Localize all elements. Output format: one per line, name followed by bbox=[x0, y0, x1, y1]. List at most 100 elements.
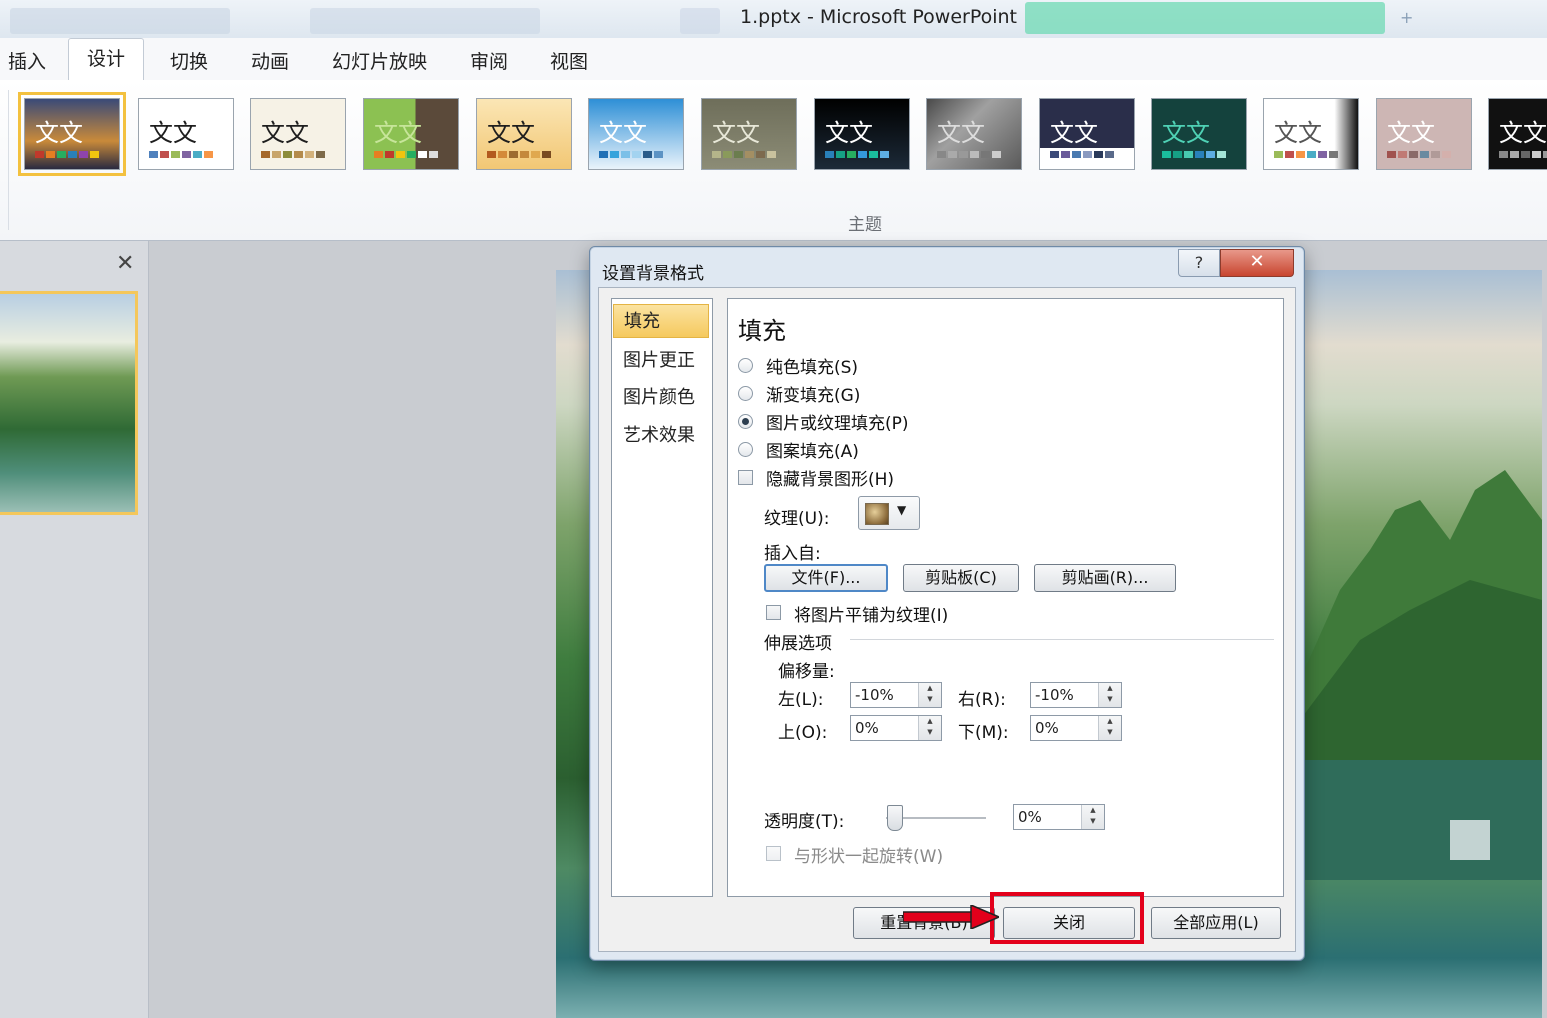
gradient-fill-radio[interactable] bbox=[738, 386, 753, 401]
tab-insert[interactable]: 插入 bbox=[8, 47, 46, 74]
theme-glyph: 文文 bbox=[599, 119, 647, 147]
theme-glyph: 文文 bbox=[374, 119, 422, 147]
nav-item-picture-corrections[interactable]: 图片更正 bbox=[613, 344, 709, 378]
offset-top-spinner[interactable]: 0% ▲ ▼ bbox=[850, 715, 942, 741]
tile-as-texture-checkbox[interactable] bbox=[766, 605, 781, 620]
tab-review[interactable]: 审阅 bbox=[470, 47, 508, 74]
tab-animations[interactable]: 动画 bbox=[251, 47, 289, 74]
color-swatches bbox=[149, 151, 213, 158]
clipboard-button[interactable]: 剪贴板(C) bbox=[903, 564, 1019, 592]
tile-as-texture-label: 将图片平铺为纹理(I) bbox=[794, 606, 949, 626]
close-icon[interactable]: ✕ bbox=[116, 251, 134, 276]
blurred-notification bbox=[1025, 2, 1385, 34]
picture-texture-fill-label: 图片或纹理填充(P) bbox=[766, 414, 909, 434]
color-swatches bbox=[712, 151, 776, 158]
spinner-arrows-icon[interactable]: ▲ ▼ bbox=[1098, 716, 1121, 740]
spinner-arrows-icon[interactable]: ▲ ▼ bbox=[1081, 805, 1104, 829]
theme-thumbnail[interactable]: 文文 bbox=[1263, 98, 1359, 170]
theme-thumbnail[interactable]: 文文 bbox=[1376, 98, 1472, 170]
color-swatches bbox=[374, 151, 438, 158]
texture-preview-icon bbox=[865, 503, 889, 525]
color-swatches bbox=[825, 151, 889, 158]
nav-item-artistic-effects[interactable]: 艺术效果 bbox=[613, 419, 709, 453]
color-swatches bbox=[261, 151, 325, 158]
color-swatches bbox=[35, 151, 99, 158]
close-icon[interactable]: ✕ bbox=[1220, 249, 1294, 277]
insert-file-button[interactable]: 文件(F)... bbox=[764, 564, 888, 592]
theme-glyph: 文文 bbox=[1387, 119, 1435, 147]
offset-bottom-label: 下(M): bbox=[958, 723, 1009, 743]
theme-thumbnail[interactable]: 文文 bbox=[250, 98, 346, 170]
theme-glyph: 文文 bbox=[149, 119, 197, 147]
blurred-browser-tab bbox=[310, 8, 540, 34]
theme-thumbnail[interactable]: 文文 bbox=[363, 98, 459, 170]
pattern-fill-radio[interactable] bbox=[738, 442, 753, 457]
help-icon[interactable]: ? bbox=[1178, 249, 1220, 277]
color-swatches bbox=[1050, 151, 1114, 158]
apply-to-all-button[interactable]: 全部应用(L) bbox=[1151, 907, 1281, 939]
theme-thumbnail[interactable]: 文文 bbox=[588, 98, 684, 170]
clipart-button[interactable]: 剪贴画(R)... bbox=[1034, 564, 1176, 592]
pointer-arrow-icon bbox=[903, 905, 999, 929]
theme-glyph: 文文 bbox=[35, 119, 83, 147]
hide-background-graphics-checkbox[interactable] bbox=[738, 470, 753, 485]
solid-fill-label: 纯色填充(S) bbox=[766, 358, 859, 378]
picture-texture-fill-radio[interactable] bbox=[738, 414, 753, 429]
theme-glyph: 文文 bbox=[825, 119, 873, 147]
texture-dropdown[interactable]: ▼ bbox=[858, 496, 920, 530]
offset-bottom-spinner[interactable]: 0% ▲ ▼ bbox=[1030, 715, 1122, 741]
nav-item-fill[interactable]: 填充 bbox=[613, 304, 709, 338]
theme-thumbnail[interactable]: 文文 bbox=[926, 98, 1022, 170]
spinner-arrows-icon[interactable]: ▲ ▼ bbox=[918, 716, 941, 740]
theme-glyph: 文文 bbox=[1050, 119, 1098, 147]
theme-thumbnail[interactable]: 文文 bbox=[476, 98, 572, 170]
offset-left-value: -10% bbox=[855, 686, 894, 704]
color-swatches bbox=[937, 151, 1001, 158]
theme-glyph: 文文 bbox=[1499, 119, 1547, 147]
color-swatches bbox=[1499, 151, 1547, 158]
theme-thumbnail[interactable]: 文文 bbox=[1151, 98, 1247, 170]
spinner-arrows-icon[interactable]: ▲ ▼ bbox=[918, 683, 941, 707]
theme-thumbnail[interactable]: 文文 bbox=[814, 98, 910, 170]
nav-item-picture-color[interactable]: 图片颜色 bbox=[613, 381, 709, 415]
theme-glyph: 文文 bbox=[261, 119, 309, 147]
offset-left-spinner[interactable]: -10% ▲ ▼ bbox=[850, 682, 942, 708]
plus-icon[interactable]: + bbox=[1400, 8, 1420, 28]
tab-design[interactable]: 设计 bbox=[68, 38, 145, 82]
divider bbox=[850, 639, 1274, 640]
offset-bottom-value: 0% bbox=[1035, 719, 1059, 737]
title-bar: 1.pptx - Microsoft PowerPoint + bbox=[0, 0, 1547, 40]
chevron-down-icon: ▼ bbox=[897, 503, 907, 517]
tab-view[interactable]: 视图 bbox=[550, 47, 588, 74]
dialog-body: 填充 图片更正 图片颜色 艺术效果 填充 纯色填充(S) 渐变填充(G) 图片或… bbox=[598, 287, 1296, 952]
offset-right-value: -10% bbox=[1035, 686, 1074, 704]
theme-thumbnail[interactable]: 文文 bbox=[18, 92, 126, 176]
offset-right-spinner[interactable]: -10% ▲ ▼ bbox=[1030, 682, 1122, 708]
slide-scenery-image bbox=[1300, 470, 1542, 880]
theme-thumbnail[interactable]: 文文 bbox=[1039, 98, 1135, 170]
texture-label: 纹理(U): bbox=[764, 509, 830, 529]
transparency-spinner[interactable]: 0% ▲ ▼ bbox=[1013, 804, 1105, 830]
format-background-dialog: 设置背景格式 ? ✕ 填充 图片更正 图片颜色 艺术效果 填充 纯色填充(S) … bbox=[589, 246, 1305, 961]
highlight-box bbox=[990, 892, 1144, 944]
color-swatches bbox=[487, 151, 551, 158]
theme-thumbnail[interactable]: 文文 bbox=[701, 98, 797, 170]
spinner-arrows-icon[interactable]: ▲ ▼ bbox=[1098, 683, 1121, 707]
solid-fill-radio[interactable] bbox=[738, 358, 753, 373]
color-swatches bbox=[1387, 151, 1451, 158]
offset-top-value: 0% bbox=[855, 719, 879, 737]
tab-transitions[interactable]: 切换 bbox=[170, 47, 208, 74]
color-swatches bbox=[599, 151, 663, 158]
tab-slideshow[interactable]: 幻灯片放映 bbox=[332, 47, 427, 74]
theme-thumbnail[interactable]: 文文 bbox=[138, 98, 234, 170]
rotate-with-shape-checkbox[interactable] bbox=[766, 846, 781, 861]
theme-glyph: 文文 bbox=[1274, 119, 1322, 147]
group-label: 主题 bbox=[848, 215, 882, 235]
theme-thumbnail[interactable]: 文文 bbox=[1488, 98, 1547, 170]
transparency-value: 0% bbox=[1018, 808, 1042, 826]
category-list: 填充 图片更正 图片颜色 艺术效果 bbox=[611, 298, 713, 897]
slide-thumbnail[interactable] bbox=[0, 291, 138, 515]
ribbon-tabs: 插入 设计 切换 动画 幻灯片放映 审阅 视图 bbox=[0, 38, 1547, 82]
offset-top-label: 上(O): bbox=[778, 723, 828, 743]
transparency-slider-thumb[interactable] bbox=[887, 805, 903, 831]
